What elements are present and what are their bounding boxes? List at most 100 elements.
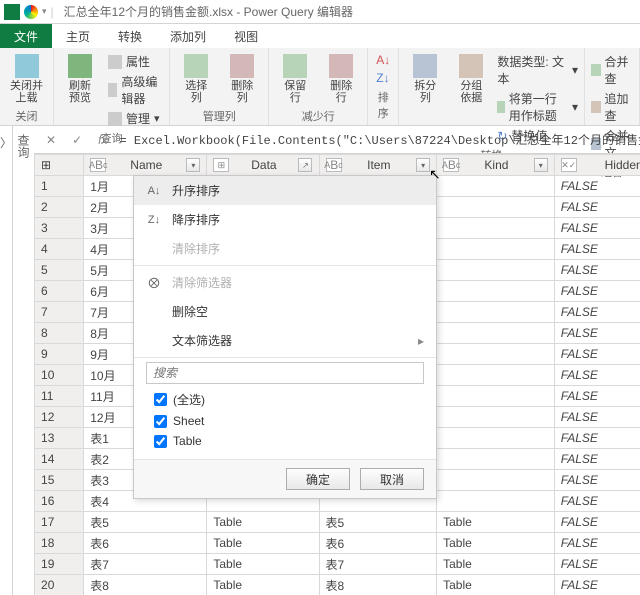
cell-kind[interactable]	[437, 281, 555, 302]
check-select-all[interactable]: (全选)	[146, 388, 424, 411]
cell-hidden[interactable]: FALSE	[554, 218, 640, 239]
cell-name[interactable]: 表8	[84, 575, 207, 595]
cell-kind[interactable]: Table	[437, 533, 555, 554]
cell-hidden[interactable]: FALSE	[554, 554, 640, 575]
cell-data[interactable]: Table	[207, 554, 319, 575]
filter-search-input[interactable]	[146, 362, 424, 384]
sort-asc-item[interactable]: A↓升序排序	[134, 176, 436, 205]
properties-button[interactable]: 属性	[106, 52, 163, 71]
cell-hidden[interactable]: FALSE	[554, 512, 640, 533]
cell-name[interactable]: 表6	[84, 533, 207, 554]
remove-rows-button[interactable]: 删除 行	[321, 52, 361, 106]
refresh-preview-button[interactable]: 刷新 预览	[60, 52, 100, 106]
cell-data[interactable]: Table	[207, 533, 319, 554]
cell-hidden[interactable]: FALSE	[554, 407, 640, 428]
remove-empty-item[interactable]: 删除空	[134, 297, 436, 326]
cell-hidden[interactable]: FALSE	[554, 260, 640, 281]
cell-name[interactable]: 表5	[84, 512, 207, 533]
cancel-formula-icon[interactable]: ✕	[42, 133, 60, 147]
cell-kind[interactable]	[437, 344, 555, 365]
accept-formula-icon[interactable]: ✓	[68, 133, 86, 147]
ok-button[interactable]: 确定	[286, 468, 350, 490]
table-row[interactable]: 18 表6 Table 表6 Table FALSE	[35, 533, 640, 554]
col-data[interactable]: ⊞Data↗	[207, 155, 319, 176]
tab-file[interactable]: 文件	[0, 24, 52, 48]
cell-kind[interactable]	[437, 239, 555, 260]
cell-item[interactable]: 表8	[319, 575, 437, 595]
sort-desc-item[interactable]: Z↓降序排序	[134, 205, 436, 234]
cell-kind[interactable]	[437, 218, 555, 239]
cell-kind[interactable]: Table	[437, 575, 555, 595]
first-row-header-button[interactable]: 将第一行用作标题 ▾	[497, 89, 578, 125]
sort-asc-button[interactable]: A↓	[374, 52, 392, 68]
tab-transform[interactable]: 转换	[104, 24, 156, 48]
remove-columns-button[interactable]: 删除 列	[222, 52, 262, 106]
corner-cell[interactable]: ⊞	[35, 155, 84, 176]
cell-kind[interactable]	[437, 176, 555, 197]
cell-hidden[interactable]: FALSE	[554, 386, 640, 407]
cancel-button[interactable]: 取消	[360, 468, 424, 490]
split-column-button[interactable]: 拆分 列	[405, 52, 445, 106]
choose-columns-button[interactable]: 选择 列	[176, 52, 216, 106]
cell-hidden[interactable]: FALSE	[554, 176, 640, 197]
cell-hidden[interactable]: FALSE	[554, 323, 640, 344]
text-filters-item[interactable]: 文本筛选器▸	[134, 326, 436, 355]
sort-desc-button[interactable]: Z↓	[374, 70, 391, 86]
cell-data[interactable]: Table	[207, 575, 319, 595]
col-name[interactable]: ABcName▾	[84, 155, 207, 176]
cell-kind[interactable]	[437, 323, 555, 344]
cell-hidden[interactable]: FALSE	[554, 197, 640, 218]
cell-item[interactable]: 表5	[319, 512, 437, 533]
fx-icon[interactable]: fx	[94, 133, 111, 147]
keep-rows-button[interactable]: 保留 行	[275, 52, 315, 106]
col-item[interactable]: ABcItem▾	[319, 155, 437, 176]
cell-kind[interactable]	[437, 302, 555, 323]
datatype-dropdown[interactable]: 数据类型: 文本 ▾	[497, 52, 578, 88]
close-load-button[interactable]: 关闭并 上载	[6, 52, 47, 106]
formula-text[interactable]: = Excel.Workbook(File.Contents("C:\Users…	[119, 131, 640, 148]
cell-hidden[interactable]: FALSE	[554, 302, 640, 323]
cell-name[interactable]: 表7	[84, 554, 207, 575]
dropdown-icon[interactable]: ▾	[42, 6, 47, 17]
queries-pane-expand[interactable]: 〉	[0, 126, 13, 595]
cell-kind[interactable]	[437, 449, 555, 470]
cell-data[interactable]: Table	[207, 512, 319, 533]
col-kind[interactable]: ABcKind▾	[437, 155, 555, 176]
table-row[interactable]: 17 表5 Table 表5 Table FALSE	[35, 512, 640, 533]
cell-hidden[interactable]: FALSE	[554, 470, 640, 491]
groupby-button[interactable]: 分组 依据	[451, 52, 491, 106]
cell-hidden[interactable]: FALSE	[554, 281, 640, 302]
tab-addcolumn[interactable]: 添加列	[156, 24, 220, 48]
append-queries-button[interactable]: 追加查	[591, 89, 633, 125]
cell-kind[interactable]	[437, 407, 555, 428]
cell-kind[interactable]: Table	[437, 512, 555, 533]
cell-kind[interactable]	[437, 428, 555, 449]
tab-view[interactable]: 视图	[220, 24, 272, 48]
cell-kind[interactable]	[437, 491, 555, 512]
cell-item[interactable]: 表7	[319, 554, 437, 575]
theme-palette-icon[interactable]	[24, 5, 38, 19]
cell-hidden[interactable]: FALSE	[554, 449, 640, 470]
cell-hidden[interactable]: FALSE	[554, 239, 640, 260]
cell-kind[interactable]	[437, 260, 555, 281]
table-row[interactable]: 19 表7 Table 表7 Table FALSE	[35, 554, 640, 575]
tab-home[interactable]: 主页	[52, 24, 104, 48]
advanced-editor-button[interactable]: 高级编辑器	[106, 72, 163, 108]
cell-hidden[interactable]: FALSE	[554, 491, 640, 512]
check-sheet[interactable]: Sheet	[146, 411, 424, 431]
cell-hidden[interactable]: FALSE	[554, 365, 640, 386]
cell-hidden[interactable]: FALSE	[554, 575, 640, 595]
cell-kind[interactable]: Table	[437, 554, 555, 575]
cell-hidden[interactable]: FALSE	[554, 533, 640, 554]
cell-kind[interactable]	[437, 470, 555, 491]
cell-item[interactable]: 表6	[319, 533, 437, 554]
merge-queries-button[interactable]: 合并查	[591, 52, 633, 88]
table-row[interactable]: 20 表8 Table 表8 Table FALSE	[35, 575, 640, 595]
cell-hidden[interactable]: FALSE	[554, 428, 640, 449]
cell-kind[interactable]	[437, 365, 555, 386]
col-hidden[interactable]: ✕✓Hidden▾	[554, 155, 640, 176]
check-table[interactable]: Table	[146, 431, 424, 451]
cell-kind[interactable]	[437, 197, 555, 218]
cell-hidden[interactable]: FALSE	[554, 344, 640, 365]
cell-kind[interactable]	[437, 386, 555, 407]
